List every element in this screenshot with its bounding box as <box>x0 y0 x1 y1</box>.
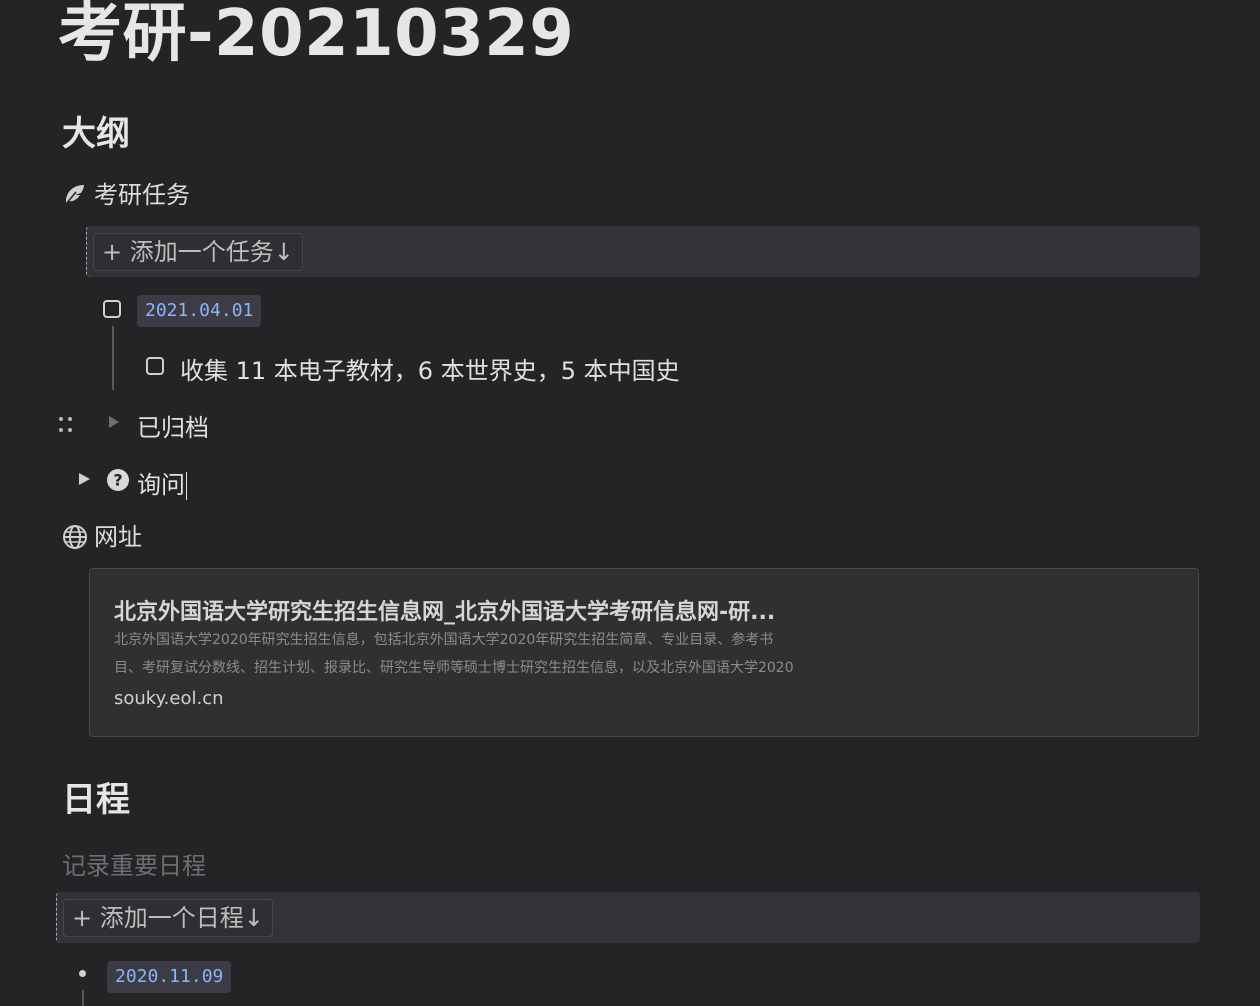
bookmark-desc-line1: 北京外国语大学2020年研究生招生信息，包括北京外国语大学2020年研究生招生简… <box>114 632 774 648</box>
svg-text:?: ? <box>113 471 122 490</box>
add-task-bar: + 添加一个任务↓ <box>86 226 1200 277</box>
bookmark-url: souky.eol.cn <box>114 688 224 709</box>
drag-handle-icon[interactable] <box>57 416 75 434</box>
schedule-bullet-icon <box>79 970 86 977</box>
bookmark-card[interactable]: 北京外国语大学研究生招生信息网_北京外国语大学考研信息网-研... 北京外国语大… <box>89 568 1199 737</box>
inquiry-toggle-icon[interactable] <box>79 473 90 485</box>
subtask-checkbox[interactable] <box>146 357 164 375</box>
archived-label[interactable]: 已归档 <box>137 408 209 443</box>
archived-toggle-icon[interactable] <box>109 416 119 428</box>
schedule-heading: 日程 <box>62 780 130 820</box>
task-checkbox[interactable] <box>103 300 121 318</box>
tasks-heading-label: 考研任务 <box>94 181 190 209</box>
inquiry-label-text: 询问 <box>137 471 185 499</box>
task-children-guide <box>112 326 114 390</box>
add-schedule-bar: + 添加一个日程↓ <box>56 892 1200 943</box>
add-schedule-button[interactable]: + 添加一个日程↓ <box>63 899 273 937</box>
subtask-text: 收集 11 本电子教材，6 本世界史，5 本中国史 <box>180 357 680 385</box>
task-date-tag: 2021.04.01 <box>137 295 262 327</box>
globe-icon <box>63 525 87 549</box>
bookmark-desc-line2: 目、考研复试分数线、招生计划、报录比、研究生导师等硕士博士研究生招生信息，以及北… <box>114 660 794 676</box>
links-heading-label: 网址 <box>94 523 142 551</box>
schedule-placeholder[interactable]: 记录重要日程 <box>62 846 206 881</box>
bookmark-title: 北京外国语大学研究生招生信息网_北京外国语大学考研信息网-研... <box>114 600 776 625</box>
schedule-children-guide <box>82 990 84 1006</box>
feather-icon <box>65 185 84 205</box>
inquiry-label[interactable]: 询问 <box>137 465 187 500</box>
links-heading: 网址 <box>62 522 142 552</box>
outline-heading: 大纲 <box>62 114 130 154</box>
text-caret <box>186 472 187 500</box>
question-circle-icon: ? <box>107 469 129 491</box>
schedule-date-tag: 2020.11.09 <box>107 961 232 993</box>
bookmark-description: 北京外国语大学2020年研究生招生信息，包括北京外国语大学2020年研究生招生简… <box>114 626 874 682</box>
tasks-heading: 考研任务 <box>62 180 190 210</box>
page-title: 考研-20210329 <box>58 0 575 71</box>
add-task-button[interactable]: + 添加一个任务↓ <box>93 233 303 271</box>
